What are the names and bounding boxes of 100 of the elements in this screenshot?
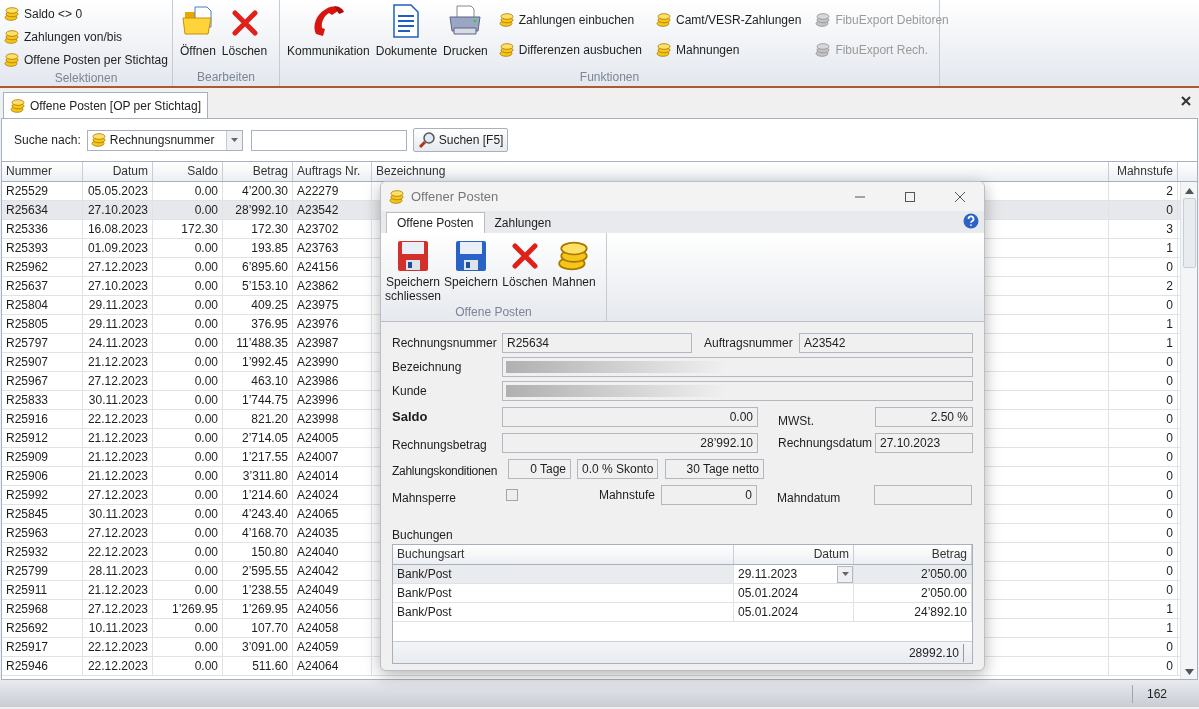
- table-cell: 0.00: [153, 543, 223, 561]
- search-label: Suche nach:: [14, 132, 81, 149]
- table-cell: R25992: [2, 486, 83, 504]
- table-cell: A23702: [293, 220, 372, 238]
- table-cell: 0.00: [153, 201, 223, 219]
- table-cell: R25634: [2, 201, 83, 219]
- table-cell: 27.10.2023: [83, 201, 153, 219]
- table-cell: R25963: [2, 524, 83, 542]
- table-cell: A24024: [293, 486, 372, 504]
- table-cell: R25906: [2, 467, 83, 485]
- table-cell: 0.00: [153, 353, 223, 371]
- table-cell: 0.00: [153, 524, 223, 542]
- table-cell: 27.10.2023: [83, 277, 153, 295]
- table-cell: 2’050.00: [854, 565, 972, 583]
- table-cell: R25916: [2, 410, 83, 428]
- table-cell: 172.30: [223, 220, 293, 238]
- table-cell: R25393: [2, 239, 83, 257]
- table-cell: 1: [1109, 334, 1178, 352]
- table-cell: 0: [1109, 657, 1178, 675]
- dropdown-value: Rechnungsnummer: [109, 132, 216, 149]
- table-cell: 27.12.2023: [83, 258, 153, 276]
- table-cell: 22.12.2023: [83, 410, 153, 428]
- table-cell: A24049: [293, 581, 372, 599]
- table-cell: R25797: [2, 334, 83, 352]
- table-cell: 0: [1109, 429, 1178, 447]
- table-cell: A24042: [293, 562, 372, 580]
- table-cell: R25845: [2, 505, 83, 523]
- table-cell: 107.70: [223, 619, 293, 637]
- table-cell: 27.12.2023: [83, 524, 153, 542]
- table-cell: R25909: [2, 448, 83, 466]
- table-cell: A24035: [293, 524, 372, 542]
- table-cell: 28.11.2023: [83, 562, 153, 580]
- table-cell: 30.11.2023: [83, 391, 153, 409]
- table-cell: 4’243.40: [223, 505, 293, 523]
- table-cell: A23996: [293, 391, 372, 409]
- table-cell: 2: [1109, 182, 1178, 200]
- table-cell: 0.00: [153, 315, 223, 333]
- field-label: Mahnsperre: [392, 490, 458, 507]
- table-cell: 821.20: [223, 410, 293, 428]
- table-cell: 24’892.10: [854, 603, 972, 621]
- table-cell: 27.12.2023: [83, 600, 153, 618]
- table-cell: 2’714.05: [223, 429, 293, 447]
- table-cell: A23862: [293, 277, 372, 295]
- table-cell: R25946: [2, 657, 83, 675]
- table-cell: 1’744.75: [223, 391, 293, 409]
- table-cell: 0: [1109, 505, 1178, 523]
- table-cell: A24059: [293, 638, 372, 656]
- table-cell: 01.09.2023: [83, 239, 153, 257]
- table-cell: 05.01.2024: [734, 584, 854, 602]
- table-cell: R25336: [2, 220, 83, 238]
- record-count: 162: [1146, 685, 1167, 703]
- table-cell: 0: [1109, 467, 1178, 485]
- group-label: Bearbeiten: [195, 69, 256, 86]
- table-cell: A24058: [293, 619, 372, 637]
- field-label: Rechnungsdatum: [778, 435, 874, 452]
- table-cell: R25833: [2, 391, 83, 409]
- field-label: Auftragsnummer: [704, 335, 794, 352]
- table-cell: A23976: [293, 315, 372, 333]
- table-cell: 1’217.55: [223, 448, 293, 466]
- table-cell: 1’238.55: [223, 581, 293, 599]
- table-cell: 0: [1109, 372, 1178, 390]
- table-cell: 2’050.00: [854, 584, 972, 602]
- table-cell: 172.30: [153, 220, 223, 238]
- table-cell: 16.08.2023: [83, 220, 153, 238]
- table-cell: A24040: [293, 543, 372, 561]
- table-cell: 2’595.55: [223, 562, 293, 580]
- table-cell: 0: [1109, 524, 1178, 542]
- table-cell: 1’269.95: [153, 600, 223, 618]
- table-cell: 6’895.60: [223, 258, 293, 276]
- dropdown-value: 29.11.2023: [737, 566, 799, 583]
- table-cell: 0.00: [153, 619, 223, 637]
- table-cell: 1’992.45: [223, 353, 293, 371]
- table-cell: A23987: [293, 334, 372, 352]
- total-amount: 28992.10: [908, 643, 964, 662]
- table-cell: R25912: [2, 429, 83, 447]
- table-cell: 1: [1109, 600, 1178, 618]
- table-cell: Bank/Post: [393, 603, 734, 621]
- table-cell: 21.12.2023: [83, 448, 153, 466]
- table-cell: R25692: [2, 619, 83, 637]
- table-cell: A23990: [293, 353, 372, 371]
- table-cell: 0.00: [153, 410, 223, 428]
- field-label: Mahnstufe: [597, 487, 655, 504]
- table-cell: 0.00: [153, 505, 223, 523]
- table-cell: R25799: [2, 562, 83, 580]
- table-cell: R25911: [2, 581, 83, 599]
- table-cell: 1: [1109, 239, 1178, 257]
- table-cell: R25917: [2, 638, 83, 656]
- table-cell: A24156: [293, 258, 372, 276]
- table-cell: A24005: [293, 429, 372, 447]
- table-cell: 22.12.2023: [83, 638, 153, 656]
- table-cell: 0.00: [153, 486, 223, 504]
- table-cell: 2: [1109, 277, 1178, 295]
- table-cell: 24.11.2023: [83, 334, 153, 352]
- table-cell: R25968: [2, 600, 83, 618]
- table-cell: A24014: [293, 467, 372, 485]
- table-cell: 0.00: [153, 562, 223, 580]
- table-cell: 463.10: [223, 372, 293, 390]
- table-cell: 3: [1109, 220, 1178, 238]
- table-cell: 3’311.80: [223, 467, 293, 485]
- table-cell: 409.25: [223, 296, 293, 314]
